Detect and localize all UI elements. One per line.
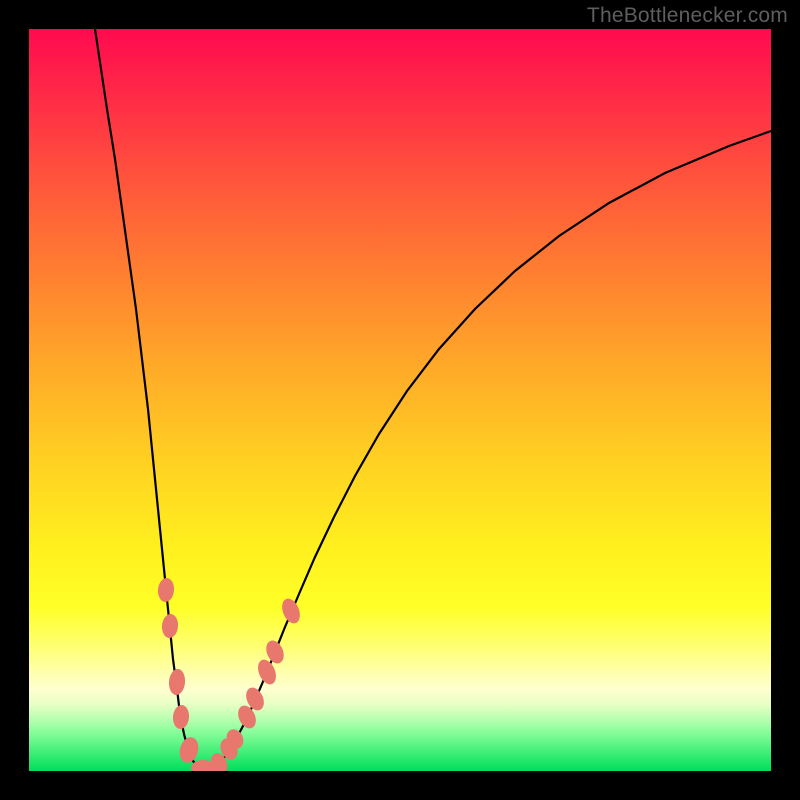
data-markers	[157, 577, 303, 771]
bottleneck-curve	[95, 29, 771, 770]
chart-frame: TheBottlenecker.com	[0, 0, 800, 800]
data-marker	[168, 668, 186, 695]
watermark-text: TheBottlenecker.com	[587, 4, 788, 28]
data-marker	[157, 577, 175, 602]
data-marker	[177, 735, 201, 765]
data-marker	[279, 596, 304, 626]
data-marker	[161, 613, 179, 638]
chart-svg	[29, 29, 771, 771]
plot-area	[29, 29, 771, 771]
data-marker	[172, 704, 190, 729]
